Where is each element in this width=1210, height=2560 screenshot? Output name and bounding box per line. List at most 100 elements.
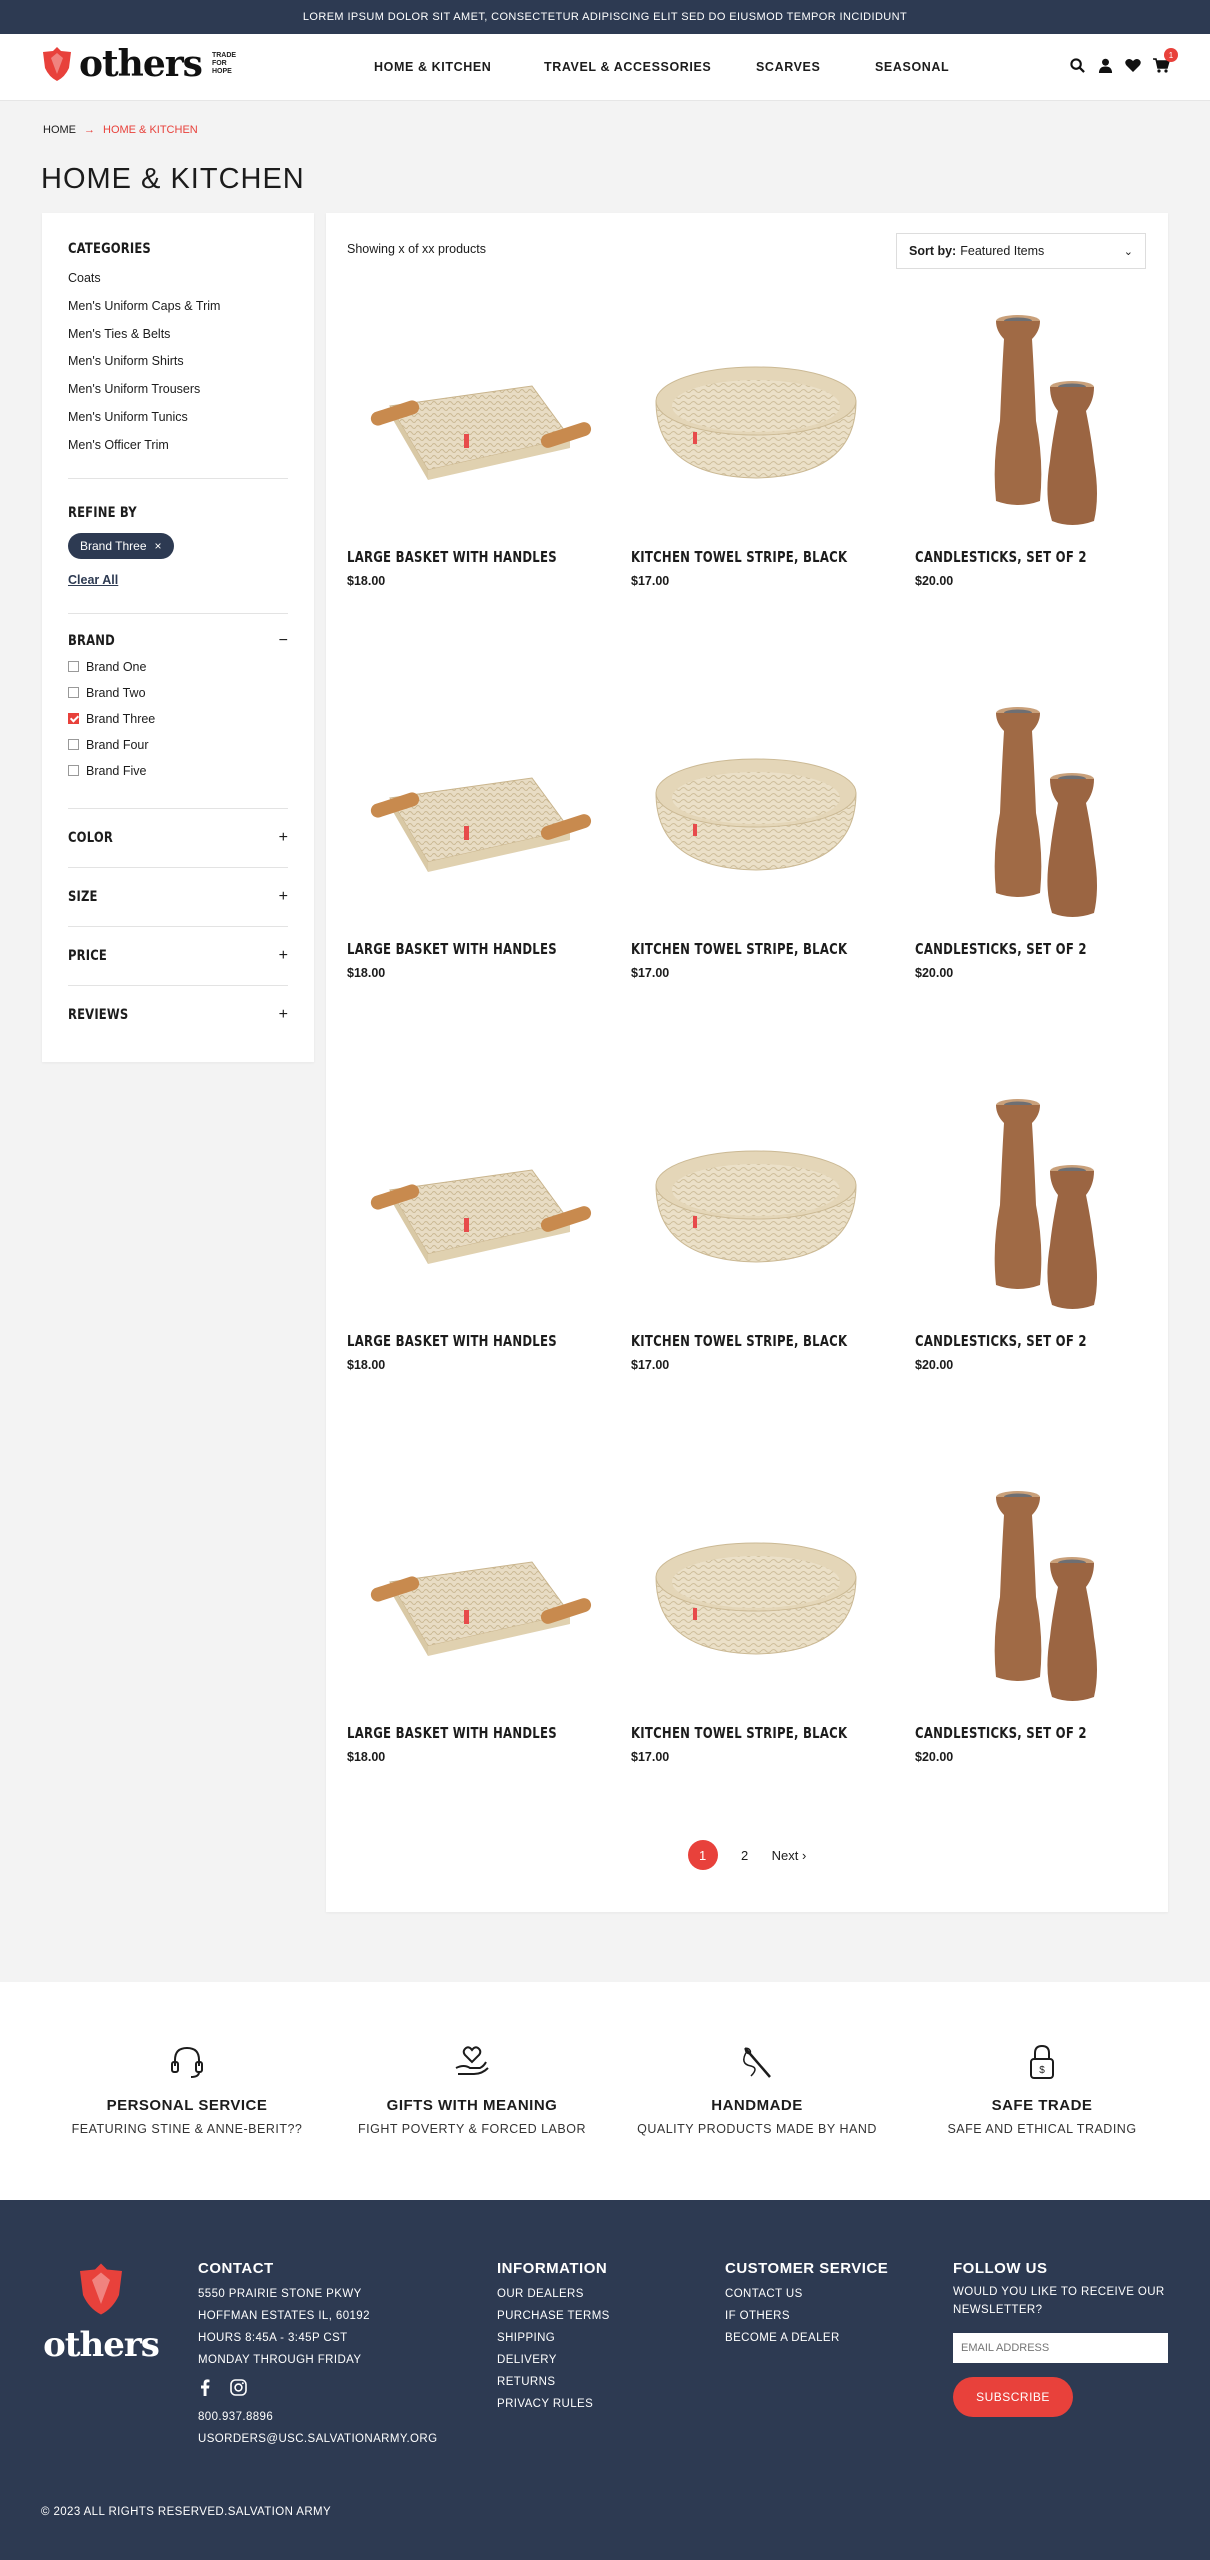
clear-all-link[interactable]: Clear All [68,573,288,587]
product-image[interactable] [915,1082,1165,1327]
footer-link[interactable]: RETURNS [497,2371,610,2393]
active-filter-chip[interactable]: Brand Three × [68,532,174,559]
product-name[interactable]: CANDLESTICKS, SET OF 2 [915,940,1110,958]
brand-checkbox[interactable] [68,687,79,699]
product-card[interactable]: LARGE BASKET WITH HANDLES $18.00 [347,690,597,980]
footer-link[interactable]: PURCHASE TERMS [497,2305,610,2327]
product-image[interactable] [347,1474,597,1719]
brand-option[interactable]: Brand Five [68,758,288,784]
divider [68,807,288,809]
facet-color[interactable]: COLOR + [68,829,288,847]
footer-link[interactable]: BECOME A DEALER [725,2327,888,2349]
footer-link[interactable]: PRIVACY RULES [497,2393,610,2415]
page-1-button[interactable]: 1 [687,1840,718,1870]
brand-option[interactable]: Brand Four [68,732,288,758]
page-2-button[interactable]: 2 [730,1840,760,1870]
nav-item-seasonal[interactable]: SEASONAL [875,60,949,74]
brand-checkbox-checked[interactable] [68,713,79,725]
product-name[interactable]: CANDLESTICKS, SET OF 2 [915,548,1110,566]
category-item[interactable]: Men's Uniform Trousers [68,376,288,404]
brand-option[interactable]: Brand Three [68,706,288,732]
category-item[interactable]: Men's Uniform Caps & Trim [68,293,288,321]
product-name[interactable]: LARGE BASKET WITH HANDLES [347,1332,557,1350]
newsletter-email-input[interactable] [953,2333,1168,2363]
category-item[interactable]: Coats [68,265,288,293]
product-image[interactable] [915,1474,1165,1719]
expand-icon[interactable]: + [279,947,288,965]
product-name[interactable]: CANDLESTICKS, SET OF 2 [915,1724,1110,1742]
product-image[interactable] [915,690,1165,935]
product-card[interactable]: KITCHEN TOWEL STRIPE, BLACK $17.00 [631,1082,881,1372]
nav-item-scarves[interactable]: SCARVES [756,60,820,74]
feature-title: SAFE TRADE [991,2097,1093,2114]
product-card[interactable]: CANDLESTICKS, SET OF 2 $20.00 [915,690,1165,980]
footer-logo[interactable]: others [41,2262,161,2365]
product-name[interactable]: LARGE BASKET WITH HANDLES [347,548,557,566]
facet-brand[interactable]: BRAND − [68,632,288,650]
facebook-icon[interactable] [200,2379,210,2396]
product-image[interactable] [631,298,881,543]
sort-dropdown[interactable]: Sort by: Featured Items ⌄ [896,233,1146,269]
product-card[interactable]: LARGE BASKET WITH HANDLES $18.00 [347,298,597,588]
instagram-icon[interactable] [230,2379,247,2396]
product-card[interactable]: KITCHEN TOWEL STRIPE, BLACK $17.00 [631,1474,881,1764]
expand-icon[interactable]: + [279,829,288,847]
category-item[interactable]: Men's Officer Trim [68,432,288,460]
product-card[interactable]: CANDLESTICKS, SET OF 2 $20.00 [915,1082,1165,1372]
product-image[interactable] [631,1082,881,1327]
subscribe-button[interactable]: SUBSCRIBE [953,2377,1073,2417]
search-icon[interactable] [1068,56,1086,74]
product-image[interactable] [347,690,597,935]
footer-link[interactable]: SHIPPING [497,2327,610,2349]
product-name[interactable]: KITCHEN TOWEL STRIPE, BLACK [631,1724,847,1742]
product-image[interactable] [631,1474,881,1719]
facet-size[interactable]: SIZE + [68,888,288,906]
footer-link[interactable]: CONTACT US [725,2283,888,2305]
brand-checkbox[interactable] [68,661,79,673]
product-card[interactable]: LARGE BASKET WITH HANDLES $18.00 [347,1082,597,1372]
footer-link[interactable]: IF OTHERS [725,2305,888,2327]
product-card[interactable]: KITCHEN TOWEL STRIPE, BLACK $17.00 [631,690,881,980]
heart-icon[interactable] [1124,56,1142,74]
product-name[interactable]: KITCHEN TOWEL STRIPE, BLACK [631,548,847,566]
nav-item-travel-accessories[interactable]: TRAVEL & ACCESSORIES [544,60,711,74]
category-item[interactable]: Men's Uniform Shirts [68,348,288,376]
product-card[interactable]: LARGE BASKET WITH HANDLES $18.00 [347,1474,597,1764]
brand-option[interactable]: Brand Two [68,680,288,706]
brand-checkbox[interactable] [68,765,79,777]
product-card[interactable]: CANDLESTICKS, SET OF 2 $20.00 [915,298,1165,588]
footer-link[interactable]: DELIVERY [497,2349,610,2371]
product-name[interactable]: LARGE BASKET WITH HANDLES [347,1724,557,1742]
product-name[interactable]: KITCHEN TOWEL STRIPE, BLACK [631,940,847,958]
footer-link[interactable]: OUR DEALERS [497,2283,610,2305]
site-logo[interactable]: others TRADE FOR HOPE [41,46,236,82]
next-page-button[interactable]: Next › [772,1848,807,1863]
nav-item-home-kitchen[interactable]: HOME & KITCHEN [374,60,491,74]
brand-checkbox[interactable] [68,739,79,751]
contact-email[interactable]: USORDERS@USC.SALVATIONARMY.ORG [198,2428,437,2450]
product-image[interactable] [915,298,1165,543]
product-name[interactable]: KITCHEN TOWEL STRIPE, BLACK [631,1332,847,1350]
user-icon[interactable] [1096,56,1114,74]
facet-price[interactable]: PRICE + [68,947,288,965]
product-image[interactable] [347,298,597,543]
cart-icon[interactable]: 1 [1152,48,1178,74]
product-card[interactable]: CANDLESTICKS, SET OF 2 $20.00 [915,1474,1165,1764]
expand-icon[interactable]: + [279,888,288,906]
brand-label: Brand Three [86,711,156,726]
breadcrumb-home[interactable]: HOME [43,124,76,136]
product-name[interactable]: LARGE BASKET WITH HANDLES [347,940,557,958]
brand-option[interactable]: Brand One [68,654,288,680]
category-item[interactable]: Men's Ties & Belts [68,321,288,349]
remove-filter-icon[interactable]: × [155,539,162,553]
category-item[interactable]: Men's Uniform Tunics [68,404,288,432]
contact-phone[interactable]: 800.937.8896 [198,2406,437,2428]
expand-icon[interactable]: + [279,1006,288,1024]
product-name[interactable]: CANDLESTICKS, SET OF 2 [915,1332,1110,1350]
product-card[interactable]: KITCHEN TOWEL STRIPE, BLACK $17.00 [631,298,881,588]
product-price: $18.00 [347,966,386,980]
collapse-icon[interactable]: − [279,632,288,650]
facet-reviews[interactable]: REVIEWS + [68,1006,288,1024]
product-image[interactable] [631,690,881,935]
product-image[interactable] [347,1082,597,1327]
